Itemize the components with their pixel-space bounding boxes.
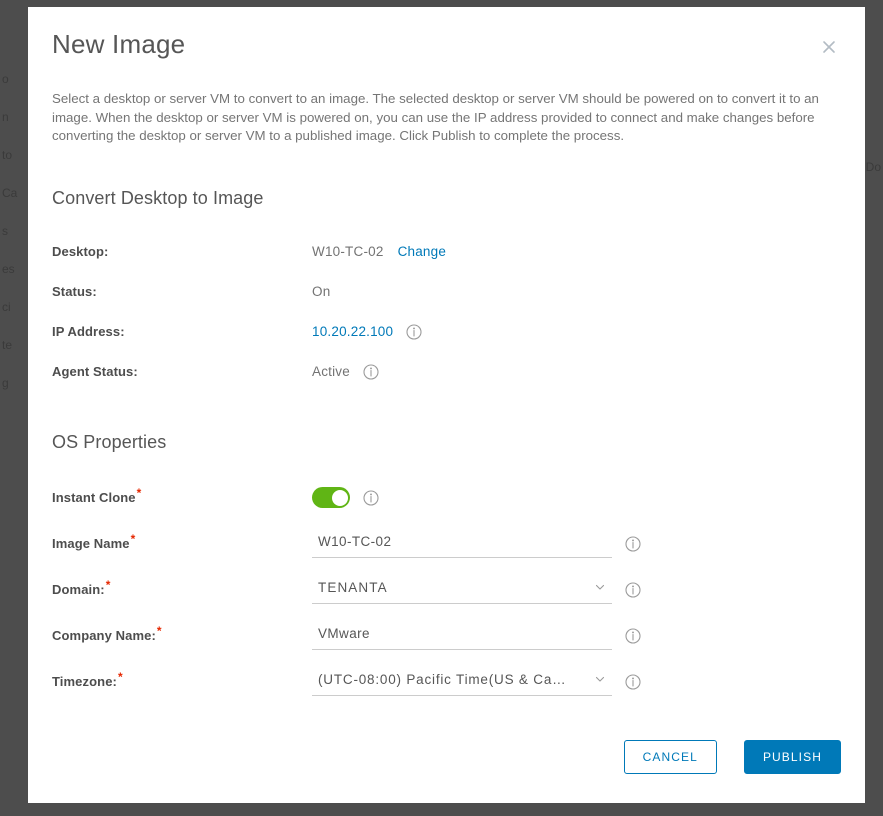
info-label-desktop: Desktop:	[52, 244, 109, 260]
label-text: Timezone:	[52, 674, 117, 690]
info-icon[interactable]	[625, 582, 641, 598]
cancel-button[interactable]: CANCEL	[623, 740, 717, 774]
domain-select-value: TENANTA	[318, 579, 388, 595]
info-icon[interactable]	[406, 324, 422, 340]
required-asterisk: *	[130, 531, 136, 546]
convert-info-list: Desktop: W10-TC-02 Change Status: On IP …	[40, 232, 841, 392]
info-value-ip-address[interactable]: 10.20.22.100	[312, 324, 422, 340]
toggle-knob	[331, 489, 348, 506]
form-label-instant-clone: Instant Clone*	[52, 487, 312, 506]
form-label-timezone: Timezone:*	[52, 671, 312, 690]
backdrop-text-fragment: n	[2, 110, 9, 124]
chevron-down-icon[interactable]	[594, 581, 606, 593]
form-row-timezone: Timezone:* (UTC-08:00) Pacific Time(US &…	[40, 659, 841, 705]
dialog-header: New Image	[40, 7, 841, 60]
info-icon[interactable]	[363, 490, 379, 506]
instant-clone-toggle[interactable]	[312, 487, 350, 509]
info-icon[interactable]	[363, 364, 379, 380]
required-asterisk: *	[136, 485, 142, 500]
backdrop-text-fragment: g	[2, 376, 9, 390]
change-desktop-link[interactable]: Change	[398, 244, 447, 259]
required-asterisk: *	[156, 623, 162, 638]
section-heading-convert: Convert Desktop to Image	[52, 187, 264, 208]
info-value-agent-status: Active	[312, 364, 379, 380]
label-text: Domain:	[52, 582, 105, 598]
timezone-select-value: (UTC-08:00) Pacific Time(US & Ca…	[318, 671, 567, 687]
page-title: New Image	[52, 29, 186, 59]
os-properties-form: Instant Clone* Image Name* W10-TC-02 Dom…	[40, 475, 841, 705]
backdrop-text-fragment: Ca	[2, 186, 18, 200]
info-row-desktop: Desktop: W10-TC-02 Change	[40, 232, 841, 272]
form-row-company-name: Company Name:*	[40, 613, 841, 659]
form-row-instant-clone: Instant Clone*	[40, 475, 841, 521]
required-asterisk: *	[105, 577, 111, 592]
backdrop-text-fragment: s	[2, 224, 8, 238]
dialog-footer: CANCEL PUBLISH	[40, 740, 841, 774]
info-value-desktop: W10-TC-02 Change	[312, 244, 446, 259]
desktop-name-text: W10-TC-02	[312, 244, 384, 260]
backdrop-text-fragment: ci	[2, 300, 11, 314]
chevron-down-icon[interactable]	[594, 673, 606, 685]
info-icon[interactable]	[625, 628, 641, 644]
info-row-ip-address: IP Address: 10.20.22.100	[40, 312, 841, 352]
backdrop-text-fragment: o	[2, 72, 9, 86]
ip-address-text: 10.20.22.100	[312, 324, 394, 340]
agent-status-text: Active	[312, 364, 350, 380]
info-label-status: Status:	[52, 284, 97, 300]
form-row-image-name: Image Name*	[40, 521, 841, 567]
section-heading-os-properties: OS Properties	[52, 431, 167, 452]
form-row-domain: Domain:* TENANTA	[40, 567, 841, 613]
info-row-status: Status: On	[40, 272, 841, 312]
company-name-input[interactable]	[312, 621, 612, 650]
info-icon[interactable]	[625, 674, 641, 690]
publish-button[interactable]: PUBLISH	[743, 740, 841, 774]
domain-select[interactable]: TENANTA	[312, 576, 612, 604]
close-icon[interactable]	[817, 35, 841, 59]
required-asterisk: *	[117, 669, 123, 684]
info-row-agent-status: Agent Status: Active	[40, 352, 841, 392]
label-text: Company Name:	[52, 628, 156, 644]
info-label-agent-status: Agent Status:	[52, 364, 138, 380]
backdrop-text-fragment: Do	[865, 160, 881, 174]
info-label-ip-address: IP Address:	[52, 324, 125, 340]
backdrop-text-fragment: te	[2, 338, 13, 352]
dialog-description: Select a desktop or server VM to convert…	[52, 91, 819, 144]
form-label-company-name: Company Name:*	[52, 625, 312, 644]
label-text: Image Name	[52, 536, 130, 552]
timezone-select[interactable]: (UTC-08:00) Pacific Time(US & Ca…	[312, 668, 612, 696]
info-value-status: On	[312, 284, 331, 300]
info-icon[interactable]	[625, 536, 641, 552]
new-image-dialog: New Image Select a desktop or server VM …	[28, 7, 865, 803]
backdrop-text-fragment: es	[2, 262, 15, 276]
backdrop-text-fragment: to	[2, 148, 13, 162]
label-text: Instant Clone	[52, 490, 136, 506]
form-label-domain: Domain:*	[52, 579, 312, 598]
image-name-input[interactable]	[312, 529, 612, 558]
form-label-image-name: Image Name*	[52, 533, 312, 552]
